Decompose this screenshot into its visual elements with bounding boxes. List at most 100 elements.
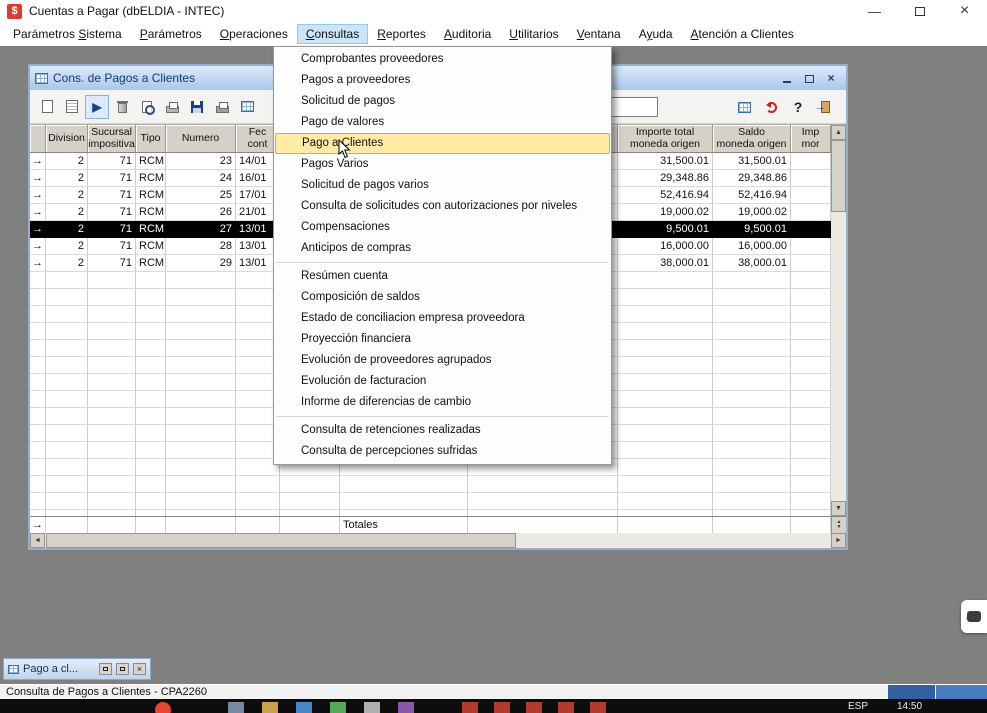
- print-setup-button[interactable]: [210, 95, 234, 119]
- column-header-numero[interactable]: Numero: [166, 125, 236, 153]
- consultas-dropdown: Comprobantes proveedoresPagos a proveedo…: [273, 46, 612, 465]
- taskbar-icon[interactable]: [262, 702, 278, 713]
- taskbar-icon[interactable]: [398, 702, 414, 713]
- maximize-button[interactable]: [897, 0, 942, 22]
- mini-restore-button[interactable]: [99, 663, 112, 675]
- minimize-button[interactable]: —: [852, 0, 897, 22]
- column-header-indicator[interactable]: [30, 125, 46, 153]
- taskbar-icon[interactable]: [296, 702, 312, 713]
- new-button[interactable]: [35, 95, 59, 119]
- column-header-division[interactable]: Division: [46, 125, 88, 153]
- edit-button[interactable]: [60, 95, 84, 119]
- menu-item-9[interactable]: Atención a Clientes: [682, 24, 803, 44]
- minimized-window[interactable]: Pago a cl... ×: [3, 658, 151, 680]
- consultas-menu-item-4[interactable]: Pago a Clientes: [275, 133, 610, 154]
- help-button[interactable]: ?: [786, 95, 810, 119]
- taskbar-icon[interactable]: [558, 702, 574, 713]
- child-restore-button[interactable]: [802, 71, 816, 85]
- scroll-right-button[interactable]: ►: [831, 533, 846, 548]
- consultas-menu-item-7[interactable]: Consulta de solicitudes con autorizacion…: [274, 196, 611, 217]
- cell-indicator: →: [30, 153, 46, 170]
- taskbar-icon[interactable]: [590, 702, 606, 713]
- consultas-menu-item-5[interactable]: Pagos Varios: [274, 154, 611, 175]
- consultas-menu-item-13[interactable]: Estado de conciliacion empresa proveedor…: [274, 308, 611, 329]
- grid-empty-row[interactable]: [30, 493, 846, 510]
- delete-button[interactable]: [110, 95, 134, 119]
- consultas-menu-item-0[interactable]: Comprobantes proveedores: [274, 49, 611, 70]
- scroll-left-button[interactable]: ◄: [30, 533, 45, 548]
- menu-item-6[interactable]: Utilitarios: [500, 24, 567, 44]
- menu-item-1[interactable]: Parámetros: [131, 24, 211, 44]
- consultas-menu-item-8[interactable]: Compensaciones: [274, 217, 611, 238]
- print-button[interactable]: [160, 95, 184, 119]
- grid-button[interactable]: [235, 95, 259, 119]
- menu-item-0[interactable]: Parámetros Sistema: [4, 24, 131, 44]
- consultas-menu-item-2[interactable]: Solicitud de pagos: [274, 91, 611, 112]
- consultas-menu-item-3[interactable]: Pago de valores: [274, 112, 611, 133]
- child-close-button[interactable]: ×: [824, 71, 838, 85]
- refresh-button[interactable]: [759, 95, 783, 119]
- cell-tipo: [136, 374, 166, 391]
- scroll-up-button[interactable]: ▲: [831, 125, 846, 140]
- taskbar-icon[interactable]: [330, 702, 346, 713]
- menu-item-7[interactable]: Ventana: [568, 24, 630, 44]
- taskbar-icon[interactable]: [155, 702, 171, 713]
- chat-widget[interactable]: [961, 600, 987, 633]
- consultas-menu-item-12[interactable]: Composición de saldos: [274, 287, 611, 308]
- scroll-down-button[interactable]: ▼: [831, 501, 846, 516]
- save-button[interactable]: [185, 95, 209, 119]
- consultas-menu-item-19[interactable]: Consulta de retenciones realizadas: [274, 420, 611, 441]
- table-view-button[interactable]: [732, 95, 756, 119]
- vertical-scrollbar-thumb[interactable]: [831, 140, 846, 212]
- consultas-menu-item-14[interactable]: Proyección financiera: [274, 329, 611, 350]
- cell-indicator: [30, 476, 46, 493]
- preview-button[interactable]: [135, 95, 159, 119]
- consultas-menu-item-1[interactable]: Pagos a proveedores: [274, 70, 611, 91]
- column-header-sucursal[interactable]: Sucursal impositiva: [88, 125, 136, 153]
- taskbar-icon[interactable]: [494, 702, 510, 713]
- consultas-menu-item-17[interactable]: Informe de diferencias de cambio: [274, 392, 611, 413]
- column-header-imp2[interactable]: Imp mor: [791, 125, 831, 153]
- taskbar-icon[interactable]: [526, 702, 542, 713]
- column-header-importe[interactable]: Importe total moneda origen: [618, 125, 713, 153]
- consultas-menu-item-20[interactable]: Consulta de percepciones sufridas: [274, 441, 611, 462]
- consultas-menu-item-11[interactable]: Resúmen cuenta: [274, 266, 611, 287]
- run-button[interactable]: ▶: [85, 95, 109, 119]
- taskbar-icon[interactable]: [364, 702, 380, 713]
- consultas-menu-item-6[interactable]: Solicitud de pagos varios: [274, 175, 611, 196]
- mini-maximize-button[interactable]: [116, 663, 129, 675]
- grid-empty-row[interactable]: [30, 476, 846, 493]
- totals-grid-row[interactable]: →Totales: [30, 517, 831, 534]
- cell-tipo: [136, 323, 166, 340]
- column-header-tipo[interactable]: Tipo: [136, 125, 166, 153]
- mini-close-button[interactable]: ×: [133, 663, 146, 675]
- vertical-scrollbar[interactable]: ▲ ▼: [831, 125, 846, 516]
- horizontal-scrollbar[interactable]: ◄ ►: [30, 533, 846, 548]
- child-minimize-button[interactable]: [780, 71, 794, 85]
- cell-numero: [166, 391, 236, 408]
- cell-indicator: [30, 272, 46, 289]
- taskbar-clock[interactable]: 14:50: [897, 701, 922, 712]
- cell-numero: [166, 442, 236, 459]
- menu-item-8[interactable]: Ayuda: [630, 24, 682, 44]
- taskbar-icon[interactable]: [462, 702, 478, 713]
- cell-sucursal: [88, 442, 136, 459]
- menu-item-5[interactable]: Auditoria: [435, 24, 500, 44]
- menu-item-3[interactable]: Consultas: [297, 24, 368, 44]
- taskbar-icon[interactable]: [228, 702, 244, 713]
- totals-spinner[interactable]: ▲▼: [831, 517, 846, 533]
- cell-sucursal: [88, 289, 136, 306]
- consultas-menu-item-15[interactable]: Evolución de proveedores agrupados: [274, 350, 611, 371]
- consultas-menu-item-9[interactable]: Anticipos de compras: [274, 238, 611, 259]
- column-header-saldo[interactable]: Saldo moneda origen: [713, 125, 791, 153]
- consultas-menu-item-16[interactable]: Evolución de facturacion: [274, 371, 611, 392]
- exit-button[interactable]: [813, 95, 837, 119]
- cell-division: [46, 425, 88, 442]
- cell-imp2: [791, 153, 831, 170]
- taskbar-language[interactable]: ESP: [848, 701, 868, 712]
- horizontal-scrollbar-thumb[interactable]: [46, 533, 516, 548]
- cell-numero: [166, 459, 236, 476]
- menu-item-4[interactable]: Reportes: [368, 24, 435, 44]
- menu-item-2[interactable]: Operaciones: [211, 24, 297, 44]
- close-button[interactable]: ×: [942, 0, 987, 22]
